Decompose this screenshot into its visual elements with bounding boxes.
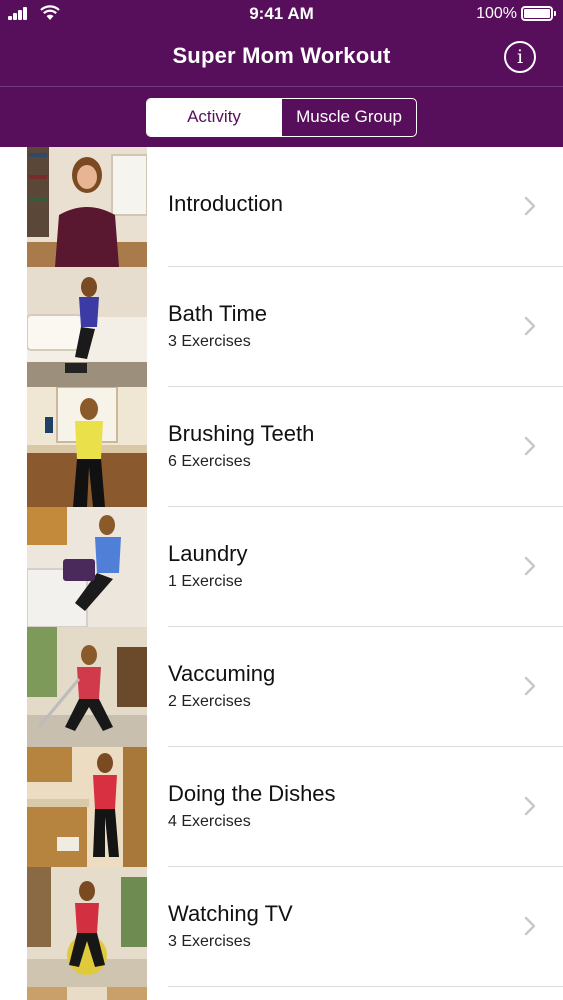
chevron-right-icon <box>524 436 536 456</box>
app-header: 9:41 AM 100% Super Mom Workout i Activit… <box>0 0 563 147</box>
segment-muscle-group[interactable]: Muscle Group <box>281 99 416 136</box>
list-item-subtitle: 2 Exercises <box>168 693 251 710</box>
list-item-vaccuming[interactable]: Vaccuming 2 Exercises <box>0 627 563 747</box>
thumbnail-image <box>27 627 147 747</box>
thumbnail-image <box>27 507 147 627</box>
list-item-brushing-teeth[interactable]: Brushing Teeth 6 Exercises <box>0 387 563 507</box>
info-icon: i <box>516 46 524 68</box>
status-bar: 9:41 AM 100% <box>0 0 563 30</box>
chevron-right-icon <box>524 316 536 336</box>
chevron-right-icon <box>524 916 536 936</box>
thumbnail-image <box>27 387 147 507</box>
list-item-title: Introduction <box>168 191 283 216</box>
battery-percentage: 100% <box>476 5 517 22</box>
thumbnail-image <box>27 747 147 867</box>
battery-icon <box>521 6 556 21</box>
list-item-subtitle: 4 Exercises <box>168 813 251 830</box>
list-item-introduction[interactable]: Introduction <box>0 147 563 267</box>
list-item-title: Laundry <box>168 541 248 566</box>
list-item-watching-tv[interactable]: Watching TV 3 Exercises <box>0 867 563 987</box>
chevron-right-icon <box>524 196 536 216</box>
list-item-title: Vaccuming <box>168 661 276 686</box>
list-item-bath-time[interactable]: Bath Time 3 Exercises <box>0 267 563 387</box>
thumbnail-image <box>27 867 147 987</box>
chevron-right-icon <box>524 556 536 576</box>
list-item-subtitle: 6 Exercises <box>168 453 251 470</box>
list-item-doing-the-dishes[interactable]: Doing the Dishes 4 Exercises <box>0 747 563 867</box>
list-item-title: Doing the Dishes <box>168 781 336 806</box>
list-item-subtitle: 1 Exercise <box>168 573 243 590</box>
chevron-right-icon <box>524 676 536 696</box>
nav-title: Super Mom Workout <box>172 43 391 68</box>
segment-activity[interactable]: Activity <box>147 99 281 136</box>
list-item-title: Watching TV <box>168 901 293 926</box>
segmented-control: Activity Muscle Group <box>146 98 417 137</box>
chevron-right-icon <box>524 796 536 816</box>
list-item-title: Brushing Teeth <box>168 421 315 446</box>
list-item-subtitle: 3 Exercises <box>168 333 251 350</box>
list-item-title: Bath Time <box>168 301 268 326</box>
list-item-laundry[interactable]: Laundry 1 Exercise <box>0 507 563 627</box>
thumbnail-image <box>27 987 147 1000</box>
list-item-partial[interactable] <box>0 987 563 1000</box>
thumbnail-image <box>27 147 147 267</box>
nav-divider <box>0 86 563 87</box>
info-button[interactable]: i <box>504 41 536 73</box>
thumbnail-image <box>27 267 147 387</box>
list-item-subtitle: 3 Exercises <box>168 933 251 950</box>
